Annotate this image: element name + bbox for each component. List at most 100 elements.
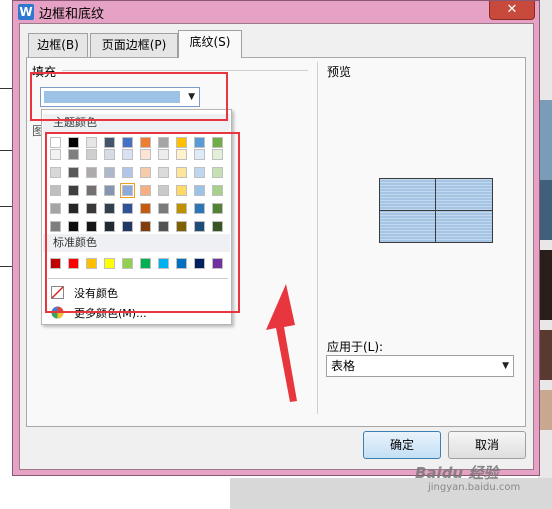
theme-color-swatch[interactable]	[104, 137, 115, 148]
theme-color-swatch[interactable]	[50, 149, 61, 160]
theme-color-swatch[interactable]	[212, 149, 223, 160]
theme-color-swatch[interactable]	[68, 185, 79, 196]
no-color-option[interactable]: 没有颜色	[48, 284, 228, 302]
theme-color-swatch[interactable]	[50, 221, 61, 232]
theme-color-swatch[interactable]	[194, 167, 205, 178]
theme-color-swatch[interactable]	[50, 167, 61, 178]
theme-color-swatch[interactable]	[68, 137, 79, 148]
more-colors-option[interactable]: 更多颜色(M)...	[48, 304, 228, 322]
tab-borders[interactable]: 边框(B)	[28, 33, 88, 57]
theme-color-swatch[interactable]	[50, 185, 61, 196]
theme-color-swatch[interactable]	[140, 149, 151, 160]
theme-color-swatch[interactable]	[176, 221, 187, 232]
theme-color-swatch[interactable]	[158, 167, 169, 178]
theme-color-swatch[interactable]	[68, 167, 79, 178]
standard-color-swatch[interactable]	[158, 258, 169, 269]
standard-color-swatch[interactable]	[50, 258, 61, 269]
theme-color-swatch[interactable]	[194, 203, 205, 214]
theme-color-swatch[interactable]	[212, 137, 223, 148]
theme-color-swatch[interactable]	[86, 203, 97, 214]
theme-color-swatch[interactable]	[176, 203, 187, 214]
theme-color-swatch[interactable]	[104, 167, 115, 178]
standard-color-swatch[interactable]	[122, 258, 133, 269]
standard-color-swatch[interactable]	[104, 258, 115, 269]
theme-color-swatch[interactable]	[158, 203, 169, 214]
theme-color-swatch[interactable]	[194, 221, 205, 232]
theme-color-swatch[interactable]	[212, 221, 223, 232]
baidu-watermark: Baidu 经验	[415, 464, 499, 482]
apply-to-value: 表格	[331, 359, 356, 373]
theme-color-swatch[interactable]	[194, 185, 205, 196]
theme-color-swatch[interactable]	[104, 221, 115, 232]
theme-color-swatch[interactable]	[122, 203, 133, 214]
theme-color-swatch[interactable]	[104, 149, 115, 160]
preview-label: 预览	[327, 65, 352, 79]
theme-color-swatch[interactable]	[68, 149, 79, 160]
theme-color-swatch[interactable]	[212, 167, 223, 178]
theme-color-swatch[interactable]	[122, 167, 133, 178]
theme-color-swatch[interactable]	[212, 203, 223, 214]
theme-color-swatch[interactable]	[50, 137, 61, 148]
theme-color-swatch[interactable]	[140, 185, 151, 196]
fill-divider	[62, 70, 308, 71]
ok-button[interactable]: 确定	[363, 431, 441, 459]
theme-color-swatch[interactable]	[120, 183, 135, 198]
theme-color-swatch[interactable]	[86, 149, 97, 160]
theme-color-swatch[interactable]	[140, 137, 151, 148]
theme-color-swatch[interactable]	[86, 185, 97, 196]
apply-to-label: 应用于(L):	[327, 340, 384, 354]
standard-color-swatch[interactable]	[68, 258, 79, 269]
color-wheel-icon	[51, 306, 64, 319]
theme-color-swatch[interactable]	[104, 203, 115, 214]
standard-color-swatch[interactable]	[176, 258, 187, 269]
apply-to-dropdown[interactable]: 表格 ▼	[326, 355, 514, 377]
theme-color-swatch[interactable]	[86, 167, 97, 178]
theme-color-swatch[interactable]	[176, 185, 187, 196]
preview-grid-line	[435, 179, 436, 242]
theme-color-swatch[interactable]	[122, 221, 133, 232]
theme-color-swatch[interactable]	[176, 137, 187, 148]
theme-color-swatch[interactable]	[86, 137, 97, 148]
theme-color-swatch[interactable]	[194, 137, 205, 148]
theme-color-swatch[interactable]	[158, 137, 169, 148]
theme-color-swatch[interactable]	[104, 185, 115, 196]
theme-color-swatch[interactable]	[176, 167, 187, 178]
color-picker-popup: 主题颜色 标准颜色 没有颜色 更多颜色(M)...	[41, 109, 232, 325]
standard-color-swatch[interactable]	[86, 258, 97, 269]
theme-color-swatch[interactable]	[122, 149, 133, 160]
baidu-watermark-url: jingyan.baidu.com	[428, 482, 521, 493]
theme-color-swatch[interactable]	[158, 221, 169, 232]
theme-color-swatch[interactable]	[122, 137, 133, 148]
theme-color-swatch[interactable]	[68, 221, 79, 232]
theme-color-swatch[interactable]	[68, 203, 79, 214]
theme-color-swatch[interactable]	[140, 203, 151, 214]
fill-current-swatch	[44, 91, 180, 103]
close-button[interactable]: ✕	[489, 1, 535, 20]
popup-divider	[48, 278, 228, 279]
theme-color-swatch[interactable]	[86, 221, 97, 232]
dropdown-caret-icon: ▼	[502, 361, 509, 371]
cancel-button[interactable]: 取消	[448, 431, 526, 459]
theme-color-swatch[interactable]	[194, 149, 205, 160]
more-colors-label: 更多颜色(M)...	[74, 307, 147, 320]
theme-color-swatch[interactable]	[140, 221, 151, 232]
standard-color-swatch[interactable]	[212, 258, 223, 269]
tab-page-border[interactable]: 页面边框(P)	[90, 33, 178, 57]
dropdown-caret-icon: ▼	[188, 92, 195, 102]
standard-color-swatch[interactable]	[194, 258, 205, 269]
no-color-label: 没有颜色	[74, 287, 118, 300]
theme-color-swatch[interactable]	[140, 167, 151, 178]
theme-color-swatch[interactable]	[158, 185, 169, 196]
dialog-title: 边框和底纹	[39, 7, 105, 22]
no-color-icon	[51, 286, 64, 299]
tab-shading[interactable]: 底纹(S)	[178, 30, 242, 58]
fill-group-label: 填充	[32, 65, 57, 79]
title-bar: W 边框和底纹 ✕	[13, 1, 539, 23]
thumbnail-image	[539, 390, 552, 430]
theme-color-swatch[interactable]	[50, 203, 61, 214]
theme-color-swatch[interactable]	[212, 185, 223, 196]
fill-color-dropdown[interactable]: ▼	[40, 87, 200, 107]
theme-color-swatch[interactable]	[158, 149, 169, 160]
theme-color-swatch[interactable]	[176, 149, 187, 160]
standard-color-swatch[interactable]	[140, 258, 151, 269]
